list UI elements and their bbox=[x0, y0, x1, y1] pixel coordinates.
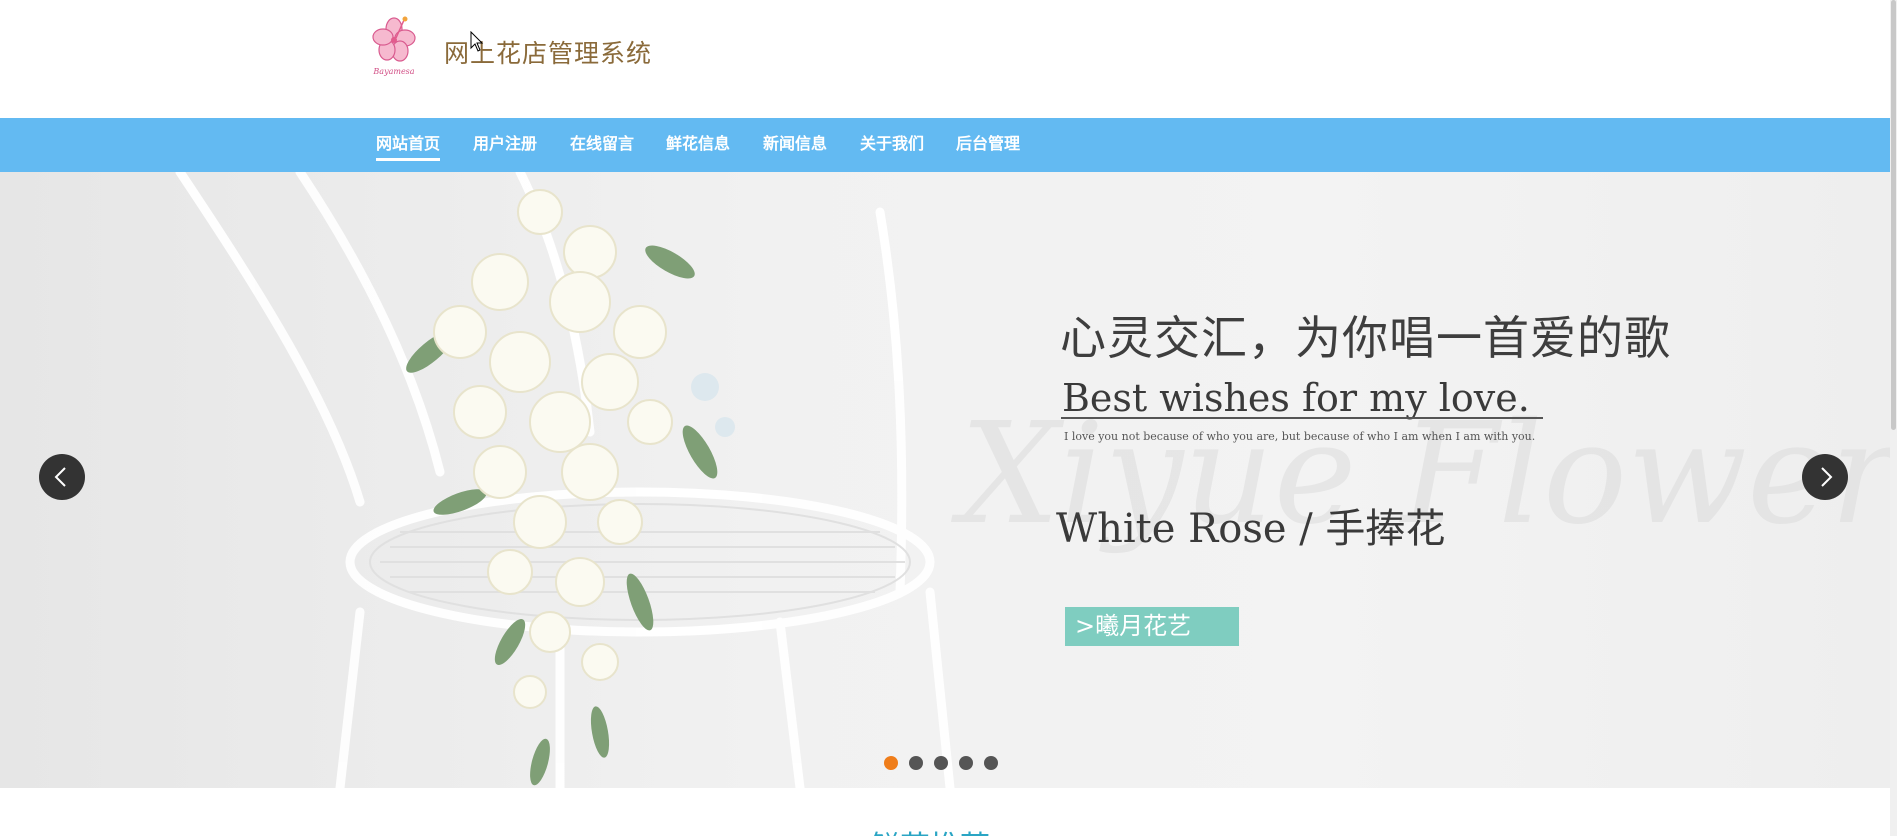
svg-text:Bayamesa: Bayamesa bbox=[372, 67, 414, 76]
carousel-dot-2[interactable] bbox=[909, 756, 923, 770]
nav-item-message[interactable]: 在线留言 bbox=[570, 118, 634, 172]
carousel-dot-4[interactable] bbox=[959, 756, 973, 770]
nav-item-home[interactable]: 网站首页 bbox=[376, 118, 441, 172]
banner-image: Xiyue Flower bbox=[175, 172, 1897, 788]
section-heading-peek: 鲜花推荐 bbox=[870, 822, 1030, 836]
site-logo[interactable]: Bayamesa bbox=[370, 16, 418, 78]
nav-item-admin[interactable]: 后台管理 bbox=[956, 118, 1020, 172]
site-header: Bayamesa 网上花店管理系统 bbox=[0, 0, 1897, 118]
nav-item-about[interactable]: 关于我们 bbox=[860, 118, 924, 172]
slide-headline: 心灵交汇，为你唱一首爱的歌 bbox=[1060, 311, 1671, 365]
nav-item-news[interactable]: 新闻信息 bbox=[763, 118, 827, 172]
banner-carousel: Xiyue Flower 心灵交汇，为你唱一首爱的歌 Best wishes f… bbox=[0, 172, 1897, 788]
slide-quote: I love you not because of who you are, b… bbox=[1064, 430, 1536, 443]
slide-product-title: White Rose / 手捧花 bbox=[1056, 506, 1446, 552]
nav-item-register[interactable]: 用户注册 bbox=[473, 118, 537, 172]
chevron-right-icon bbox=[1821, 467, 1833, 487]
carousel-prev-button[interactable] bbox=[39, 454, 85, 500]
slide-subhead: Best wishes for my love. bbox=[1062, 376, 1530, 420]
chevron-left-icon bbox=[54, 467, 66, 487]
nav-item-flowers[interactable]: 鲜花信息 bbox=[666, 118, 730, 172]
slide-tag-button[interactable]: >曦月花艺 bbox=[1065, 607, 1239, 646]
main-nav: 网站首页 用户注册 在线留言 鲜花信息 新闻信息 关于我们 后台管理 bbox=[0, 118, 1897, 172]
slide-underline bbox=[1061, 417, 1543, 419]
carousel-next-button[interactable] bbox=[1802, 454, 1848, 500]
carousel-dot-5[interactable] bbox=[984, 756, 998, 770]
page: Bayamesa 网上花店管理系统 网站首页 用户注册 在线留言 鲜花信息 新闻… bbox=[0, 0, 1897, 836]
mouse-cursor-icon bbox=[470, 31, 484, 52]
page-scrollbar-thumb[interactable] bbox=[1891, 0, 1896, 430]
carousel-dot-1[interactable] bbox=[884, 756, 898, 770]
carousel-dot-3[interactable] bbox=[934, 756, 948, 770]
